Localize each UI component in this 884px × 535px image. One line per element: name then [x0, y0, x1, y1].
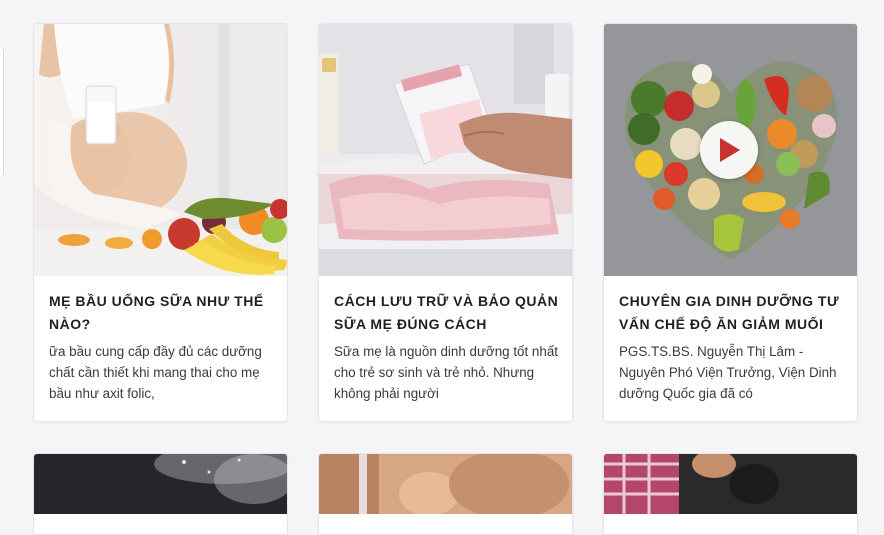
- article-thumbnail[interactable]: [604, 24, 857, 276]
- article-thumbnail[interactable]: [319, 454, 572, 519]
- article-card[interactable]: CHUYÊN GIA DINH DƯỠNG TƯ VẤN CHẾ ĐỘ ĂN G…: [603, 23, 858, 422]
- article-thumbnail[interactable]: [34, 454, 287, 514]
- article-excerpt: Sữa mẹ là nguồn dinh dưỡng tốt nhất cho …: [334, 344, 558, 401]
- article-thumbnail[interactable]: [34, 24, 287, 276]
- article-thumbnail[interactable]: [319, 24, 572, 276]
- article-excerpt: PGS.TS.BS. Nguyễn Thị Lâm - Nguyên Phó V…: [619, 344, 837, 401]
- play-icon: [720, 138, 740, 162]
- pregnant-woman-drinking-milk-image: [34, 24, 287, 276]
- article-excerpt: ữa bầu cung cấp đầy đủ các dưỡng chất cầ…: [49, 344, 262, 401]
- article-title[interactable]: MẸ BẦU UỐNG SỮA NHƯ THẾ NÀO?: [49, 290, 274, 336]
- article-thumbnail[interactable]: [604, 454, 857, 514]
- article-card[interactable]: [603, 453, 858, 535]
- article-title[interactable]: CHUYÊN GIA DINH DƯỠNG TƯ VẤN CHẾ ĐỘ ĂN G…: [619, 290, 844, 336]
- article-card[interactable]: [318, 453, 573, 535]
- breast-milk-storage-bags-image: [319, 24, 572, 276]
- article-card[interactable]: MẸ BẦU UỐNG SỮA NHƯ THẾ NÀO? ữa bầu cung…: [33, 23, 288, 422]
- article-card[interactable]: [33, 453, 288, 535]
- article-card[interactable]: CÁCH LƯU TRỮ VÀ BẢO QUẢN SỮA MẸ ĐÚNG CÁC…: [318, 23, 573, 422]
- play-video-button[interactable]: [700, 121, 758, 179]
- article-title[interactable]: CÁCH LƯU TRỮ VÀ BẢO QUẢN SỮA MẸ ĐÚNG CÁC…: [334, 290, 559, 336]
- side-panel-edge: [0, 48, 4, 176]
